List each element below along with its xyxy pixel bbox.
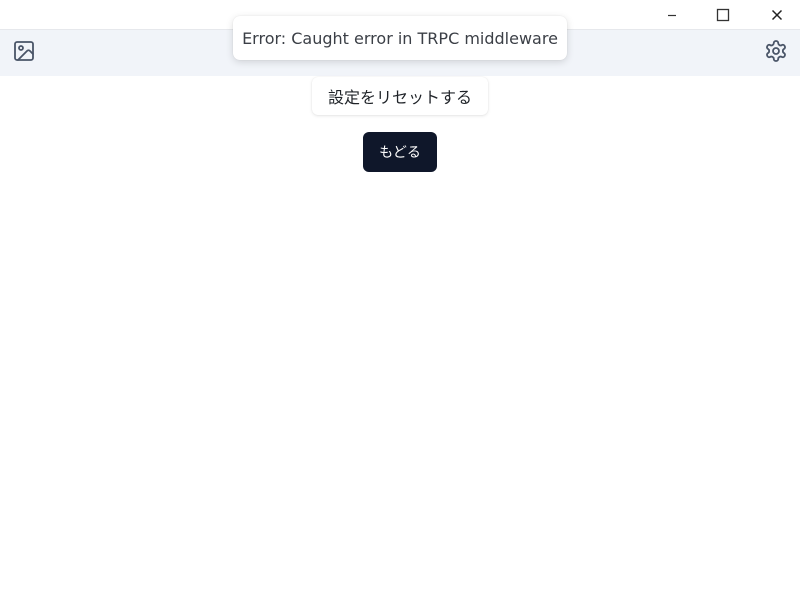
image-button[interactable]: [10, 39, 38, 67]
back-button[interactable]: もどる: [363, 132, 437, 172]
error-toast-message: Error: Caught error in TRPC middleware: [242, 28, 558, 48]
error-toast: Error: Caught error in TRPC middleware: [233, 16, 567, 60]
gear-icon: [764, 39, 788, 67]
close-button[interactable]: [754, 0, 800, 30]
minimize-icon: [667, 10, 677, 20]
image-icon: [12, 39, 36, 67]
settings-button[interactable]: [762, 39, 790, 67]
minimize-button[interactable]: [649, 0, 695, 30]
maximize-button[interactable]: [700, 0, 746, 30]
close-icon: [771, 9, 783, 21]
reset-settings-button[interactable]: 設定をリセットする: [312, 77, 488, 115]
maximize-icon: [716, 8, 730, 22]
